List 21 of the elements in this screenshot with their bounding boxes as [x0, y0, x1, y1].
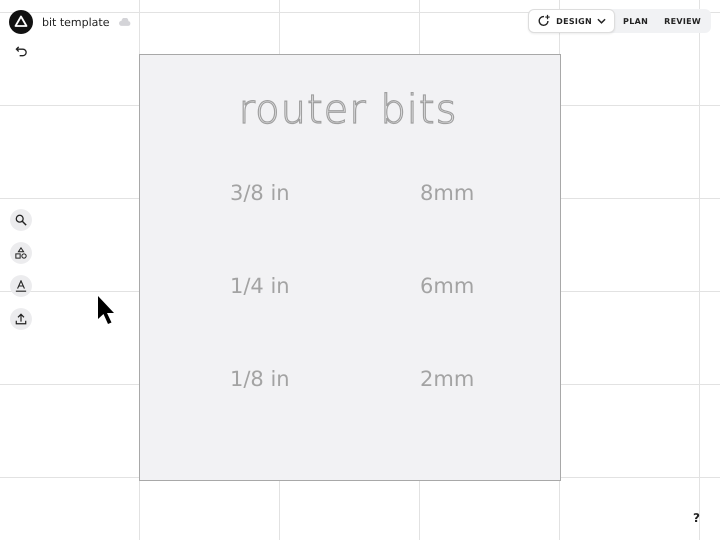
document-title[interactable]: bit template — [42, 16, 110, 28]
refresh-plus-icon — [537, 14, 552, 28]
mode-tab[interactable]: DESIGN — [528, 9, 616, 33]
text-icon — [15, 280, 27, 292]
cloud-icon — [118, 18, 131, 26]
size-label: 8mm — [420, 181, 476, 207]
artboard-title: router bits — [238, 87, 458, 133]
search-icon — [15, 214, 27, 226]
size-label: 2mm — [420, 367, 476, 393]
chevron-down-icon — [597, 18, 606, 24]
size-label: 1/4 in — [230, 274, 291, 300]
logo-icon[interactable] — [9, 10, 33, 34]
undo-icon[interactable] — [15, 45, 28, 58]
mode-tab[interactable]: PLAN — [615, 9, 656, 33]
size-label: 1/8 in — [230, 367, 291, 393]
mode-tab[interactable]: REVIEW — [656, 9, 709, 33]
size-label: 6mm — [420, 274, 476, 300]
help-button[interactable]: ? — [691, 511, 702, 525]
shapes-icon — [15, 247, 27, 259]
size-label: 3/8 in — [230, 181, 291, 207]
upload-icon — [15, 313, 27, 325]
